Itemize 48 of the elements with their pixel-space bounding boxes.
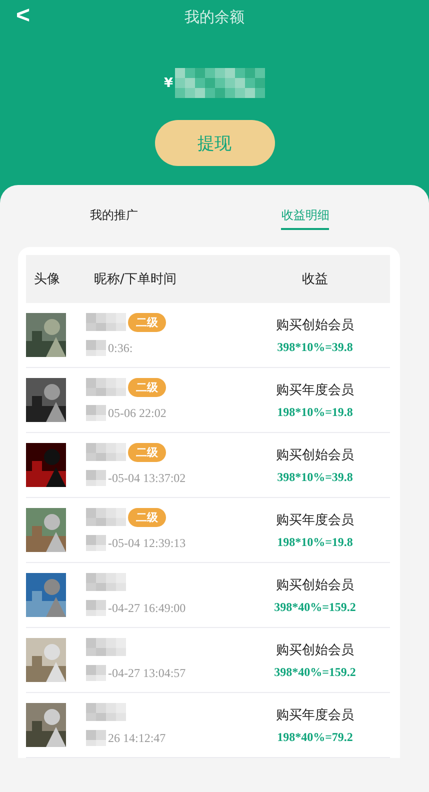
order-type: 购买年度会员: [276, 706, 354, 724]
redaction-mosaic: [86, 730, 106, 746]
column-header: 收益: [301, 271, 329, 288]
withdraw-button[interactable]: 提现: [154, 120, 274, 166]
commission-amount: 398*40%=159.2: [274, 664, 356, 680]
order-type: 购买创始会员: [276, 576, 354, 594]
order-type: 购买年度会员: [276, 512, 354, 528]
page-title: 我的余额: [184, 8, 244, 26]
order-type: 购买创始会员: [276, 642, 354, 658]
currency-sign: ¥: [164, 76, 174, 90]
redaction-mosaic: [86, 313, 126, 331]
redaction-mosaic: [86, 405, 106, 421]
redaction-mosaic: [86, 443, 126, 461]
redaction-mosaic: [86, 573, 126, 591]
order-time: -05-04 12:39:13: [108, 536, 186, 550]
order-time: 05-06 22:02: [108, 406, 166, 420]
redaction-mosaic: [86, 600, 106, 616]
redaction-mosaic: [86, 703, 126, 721]
commission-amount: 398*40%=159.2: [274, 600, 356, 614]
order-time: 0:36:: [108, 340, 133, 356]
order-type: 购买创始会员: [276, 446, 354, 464]
level-badge: 二级: [128, 312, 166, 332]
redaction-mosaic: [86, 665, 106, 681]
tab[interactable]: 收益明细: [281, 202, 330, 230]
order-time: 26 14:12:47: [108, 730, 166, 746]
redaction-mosaic: [86, 378, 126, 396]
redaction-mosaic: [86, 638, 126, 656]
redaction-mosaic: [86, 470, 106, 486]
redaction-mosaic: [86, 508, 126, 526]
level-badge: 二级: [128, 508, 166, 526]
order-time: -05-04 13:37:02: [108, 470, 186, 486]
order-time: -04-27 16:49:00: [108, 600, 186, 616]
order-time: -04-27 13:04:57: [108, 666, 186, 680]
level-badge: 二级: [128, 378, 166, 396]
commission-amount: 398*10%=39.8: [277, 470, 353, 484]
redaction-mosaic: [86, 535, 106, 551]
tab[interactable]: 我的推广: [90, 202, 138, 230]
redaction-mosaic: [86, 340, 106, 356]
commission-amount: 198*10%=19.8: [277, 404, 353, 420]
column-header: 昵称/下单时间: [93, 271, 178, 288]
order-type: 购买创始会员: [276, 316, 354, 334]
back-button[interactable]: <: [12, 2, 34, 30]
order-type: 购买年度会员: [276, 382, 354, 398]
level-badge: 二级: [128, 442, 166, 462]
column-header: 头像: [33, 271, 61, 288]
commission-amount: 198*40%=79.2: [277, 730, 353, 744]
commission-amount: 398*10%=39.8: [277, 340, 353, 354]
commission-amount: 198*10%=19.8: [277, 534, 353, 550]
